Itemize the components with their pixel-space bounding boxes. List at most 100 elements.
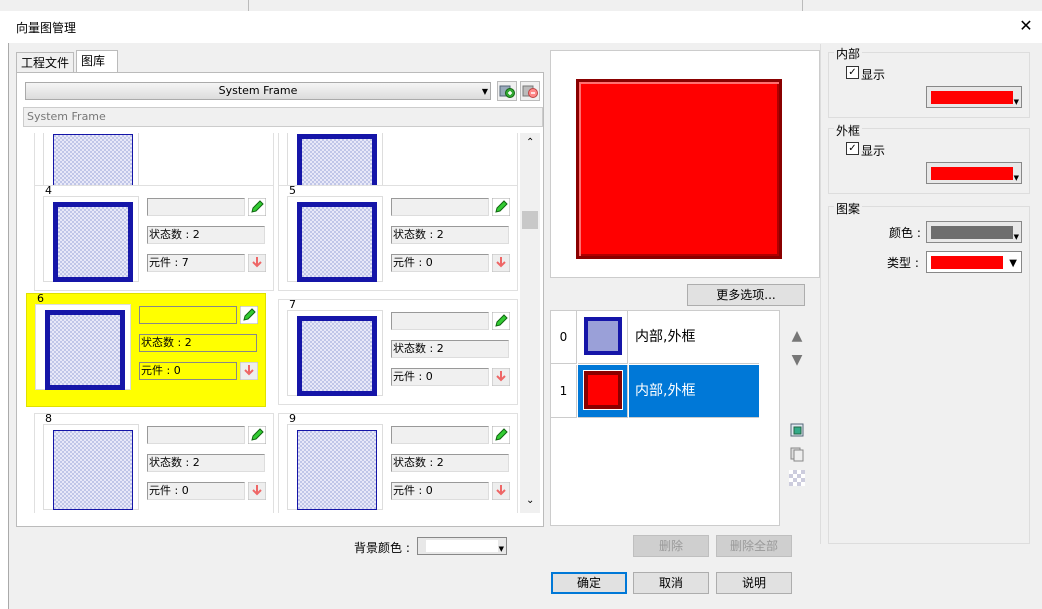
help-button[interactable]: 说明 xyxy=(716,572,792,594)
background-color-label: 背景颜色 : xyxy=(354,541,410,555)
download-icon xyxy=(248,254,266,272)
layer-transparent-button[interactable] xyxy=(786,468,808,488)
card-name-field[interactable] xyxy=(139,306,237,324)
card-name-field[interactable] xyxy=(147,426,245,444)
ok-button[interactable]: 确定 xyxy=(551,572,627,594)
triangle-up-icon: ▲ xyxy=(791,328,803,344)
card-thumbnail xyxy=(287,196,383,282)
library-name-field: System Frame xyxy=(23,107,543,127)
layer-list[interactable]: 0 内部,外框 1 内部,外框 xyxy=(550,310,780,526)
card-name-field[interactable] xyxy=(391,198,489,216)
element-count-field: 元件 : 7 xyxy=(147,254,245,272)
inner-show-checkbox[interactable]: ✓ xyxy=(846,66,859,79)
gallery-card[interactable]: 7 状态数 : 2 元件 : 0 xyxy=(278,298,518,405)
add-layer-icon xyxy=(790,423,804,437)
frame-shape xyxy=(297,202,377,282)
layer-row[interactable]: 1 内部,外框 xyxy=(551,365,779,418)
layer-down-button[interactable]: ▼ xyxy=(786,350,808,370)
layer-up-button[interactable]: ▲ xyxy=(786,326,808,346)
dialog-title: 向量图管理 xyxy=(16,21,77,35)
import-button[interactable] xyxy=(247,253,267,273)
frame-shape xyxy=(45,310,125,390)
close-icon: ✕ xyxy=(1019,16,1033,35)
gallery-card[interactable]: 4 状态数 : 2 元件 : 7 xyxy=(34,184,274,291)
dropdown-arrow-icon: ▼ xyxy=(481,87,488,96)
download-icon xyxy=(492,254,510,272)
layer-label: 内部,外框 xyxy=(629,365,759,418)
gallery-card[interactable]: 6 状态数 : 2 元件 : 0 xyxy=(26,292,266,407)
state-count-field: 状态数 : 2 xyxy=(391,340,509,358)
download-icon xyxy=(492,482,510,500)
card-thumbnail xyxy=(35,304,131,390)
edit-button[interactable] xyxy=(247,425,267,445)
outer-show-checkbox[interactable]: ✓ xyxy=(846,142,859,155)
add-library-button[interactable] xyxy=(497,81,517,101)
layer-add-button[interactable] xyxy=(786,420,808,440)
card-thumbnail xyxy=(287,424,383,510)
shape-gallery[interactable]: 元件 : 4元件 : 04状态数 : 2元件 : 75状态数 : 2元件 : 0… xyxy=(24,133,518,513)
outer-show-label: 显示 xyxy=(861,144,886,158)
dropdown-arrow-icon: ▼ xyxy=(498,545,504,553)
inner-show-label: 显示 xyxy=(861,68,886,82)
inner-color-picker[interactable]: ▼ xyxy=(926,86,1022,108)
edit-button[interactable] xyxy=(491,197,511,217)
element-count-field: 元件 : 0 xyxy=(391,254,489,272)
gallery-card[interactable]: 5 状态数 : 2 元件 : 0 xyxy=(278,184,518,291)
import-button[interactable] xyxy=(491,367,511,387)
pattern-color-swatch xyxy=(931,226,1013,239)
frame-shape xyxy=(297,316,377,396)
layer-row[interactable]: 0 内部,外框 xyxy=(551,311,779,364)
more-options-button[interactable]: 更多选项... xyxy=(687,284,805,306)
library-select[interactable]: System Frame ▼ xyxy=(25,82,491,100)
scroll-down-icon[interactable]: ⌄ xyxy=(526,495,534,506)
import-button[interactable] xyxy=(491,253,511,273)
title-bar xyxy=(8,11,1042,43)
element-count-field: 元件 : 0 xyxy=(139,362,237,380)
pattern-group-title: 图案 xyxy=(834,200,863,217)
tab-gallery[interactable]: 图库 xyxy=(76,50,118,73)
preview-shape xyxy=(576,79,782,259)
element-count-field: 元件 : 0 xyxy=(391,368,489,386)
card-name-field[interactable] xyxy=(147,198,245,216)
dropdown-arrow-icon: ▼ xyxy=(1009,258,1017,269)
pencil-icon xyxy=(492,312,510,330)
pattern-type-label: 类型 : xyxy=(887,256,919,270)
import-button[interactable] xyxy=(247,481,267,501)
outer-color-picker[interactable]: ▼ xyxy=(926,162,1022,184)
checkerboard-icon xyxy=(789,470,805,486)
pattern-type-select[interactable]: ▼ xyxy=(926,251,1022,273)
tab-project-files[interactable]: 工程文件 xyxy=(16,52,74,73)
gallery-scrollbar[interactable]: ⌃ ⌄ xyxy=(520,133,540,513)
card-name-field[interactable] xyxy=(391,312,489,330)
delete-all-layers-button[interactable]: 删除全部 xyxy=(716,535,792,557)
dropdown-arrow-icon: ▼ xyxy=(1013,98,1019,106)
background-window-border xyxy=(248,0,803,11)
layer-copy-button[interactable] xyxy=(786,444,808,464)
scrollbar-thumb[interactable] xyxy=(522,211,538,229)
element-count-field: 元件 : 0 xyxy=(147,482,245,500)
gallery-card[interactable]: 8 状态数 : 2 元件 : 0 xyxy=(34,412,274,513)
background-color-picker[interactable]: ▼ xyxy=(417,537,507,555)
layer-thumbnail xyxy=(578,311,628,364)
edit-button[interactable] xyxy=(491,425,511,445)
edit-button[interactable] xyxy=(239,305,259,325)
pattern-color-picker[interactable]: ▼ xyxy=(926,221,1022,243)
close-button[interactable]: ✕ xyxy=(1016,16,1036,36)
state-count-field: 状态数 : 2 xyxy=(147,226,265,244)
cancel-button[interactable]: 取消 xyxy=(633,572,709,594)
layer-shape-icon xyxy=(584,317,622,355)
remove-library-button[interactable] xyxy=(520,81,540,101)
edit-button[interactable] xyxy=(491,311,511,331)
download-icon xyxy=(492,368,510,386)
import-button[interactable] xyxy=(239,361,259,381)
dropdown-arrow-icon: ▼ xyxy=(1013,233,1019,241)
scroll-up-icon[interactable]: ⌃ xyxy=(526,137,534,148)
gallery-card[interactable]: 9 状态数 : 2 元件 : 0 xyxy=(278,412,518,513)
import-button[interactable] xyxy=(491,481,511,501)
card-name-field[interactable] xyxy=(391,426,489,444)
download-icon xyxy=(240,362,258,380)
outer-color-swatch xyxy=(931,167,1013,180)
edit-button[interactable] xyxy=(247,197,267,217)
download-icon xyxy=(248,482,266,500)
delete-layer-button[interactable]: 删除 xyxy=(633,535,709,557)
